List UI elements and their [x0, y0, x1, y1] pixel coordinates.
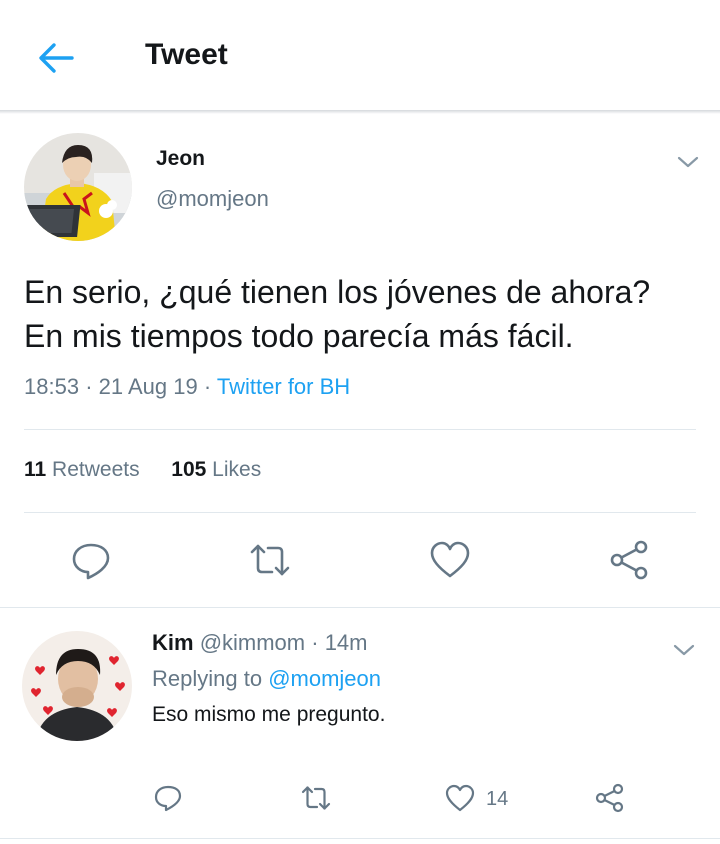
tweet-text-line-2: En mis tiempos todo parecía más fácil.	[24, 318, 574, 354]
tweet-stats: 11 Retweets 105 Likes	[24, 458, 261, 482]
replying-to-handle-link[interactable]: @momjeon	[268, 666, 381, 691]
likes-stat[interactable]: 105 Likes	[171, 458, 261, 481]
retweets-stat[interactable]: 11 Retweets	[24, 458, 140, 481]
replying-to: Replying to @momjeon	[152, 666, 381, 692]
reply-like-count: 14	[486, 788, 509, 810]
bottom-divider	[0, 838, 720, 839]
retweets-count: 11	[24, 458, 47, 481]
reply-icon[interactable]	[69, 538, 113, 582]
retweet-icon[interactable]	[248, 538, 292, 582]
replying-to-label: Replying to	[152, 666, 263, 691]
tweet-metadata: 18:53 · 21 Aug 19 · Twitter for BH	[24, 374, 350, 400]
meta-separator: ·	[203, 374, 212, 399]
tweet-text: En serio, ¿qué tienen los jóvenes de aho…	[24, 270, 704, 358]
chevron-down-icon[interactable]	[672, 638, 696, 662]
retweet-icon[interactable]	[300, 782, 332, 814]
avatar[interactable]	[22, 631, 132, 741]
likes-count: 105	[171, 458, 207, 481]
reply-time: · 14m	[311, 630, 368, 655]
reply-author-name[interactable]: Kim	[152, 630, 194, 655]
retweets-label: Retweets	[52, 458, 140, 481]
top-app-bar	[0, 0, 720, 112]
avatar[interactable]	[24, 133, 132, 241]
author-name[interactable]: Jeon	[156, 147, 205, 171]
tweet-time: 18:53	[24, 374, 80, 399]
reply-text: Eso mismo me pregunto.	[152, 703, 386, 726]
like-icon[interactable]	[444, 782, 476, 814]
like-icon[interactable]	[428, 538, 472, 582]
tweet-text-line-1: En serio, ¿qué tienen los jóvenes de aho…	[24, 274, 651, 310]
reply-header: Kim @kimmom · 14m	[152, 630, 368, 656]
divider	[24, 512, 696, 513]
reply-author-handle[interactable]: @kimmom	[200, 630, 305, 655]
chevron-down-icon[interactable]	[676, 150, 700, 174]
back-arrow-icon[interactable]	[34, 38, 78, 78]
share-icon[interactable]	[608, 538, 652, 582]
tweet-date: 21 Aug 19	[98, 374, 198, 399]
likes-label: Likes	[212, 458, 262, 481]
share-icon[interactable]	[594, 782, 626, 814]
tweet-source-link[interactable]: Twitter for BH	[217, 374, 350, 399]
page-title: Tweet	[145, 38, 228, 71]
header-shadow	[0, 110, 720, 114]
meta-separator: ·	[85, 374, 93, 399]
author-handle[interactable]: @momjeon	[156, 186, 269, 212]
divider	[24, 429, 696, 430]
reply-icon[interactable]	[152, 782, 184, 814]
section-divider	[0, 607, 720, 608]
